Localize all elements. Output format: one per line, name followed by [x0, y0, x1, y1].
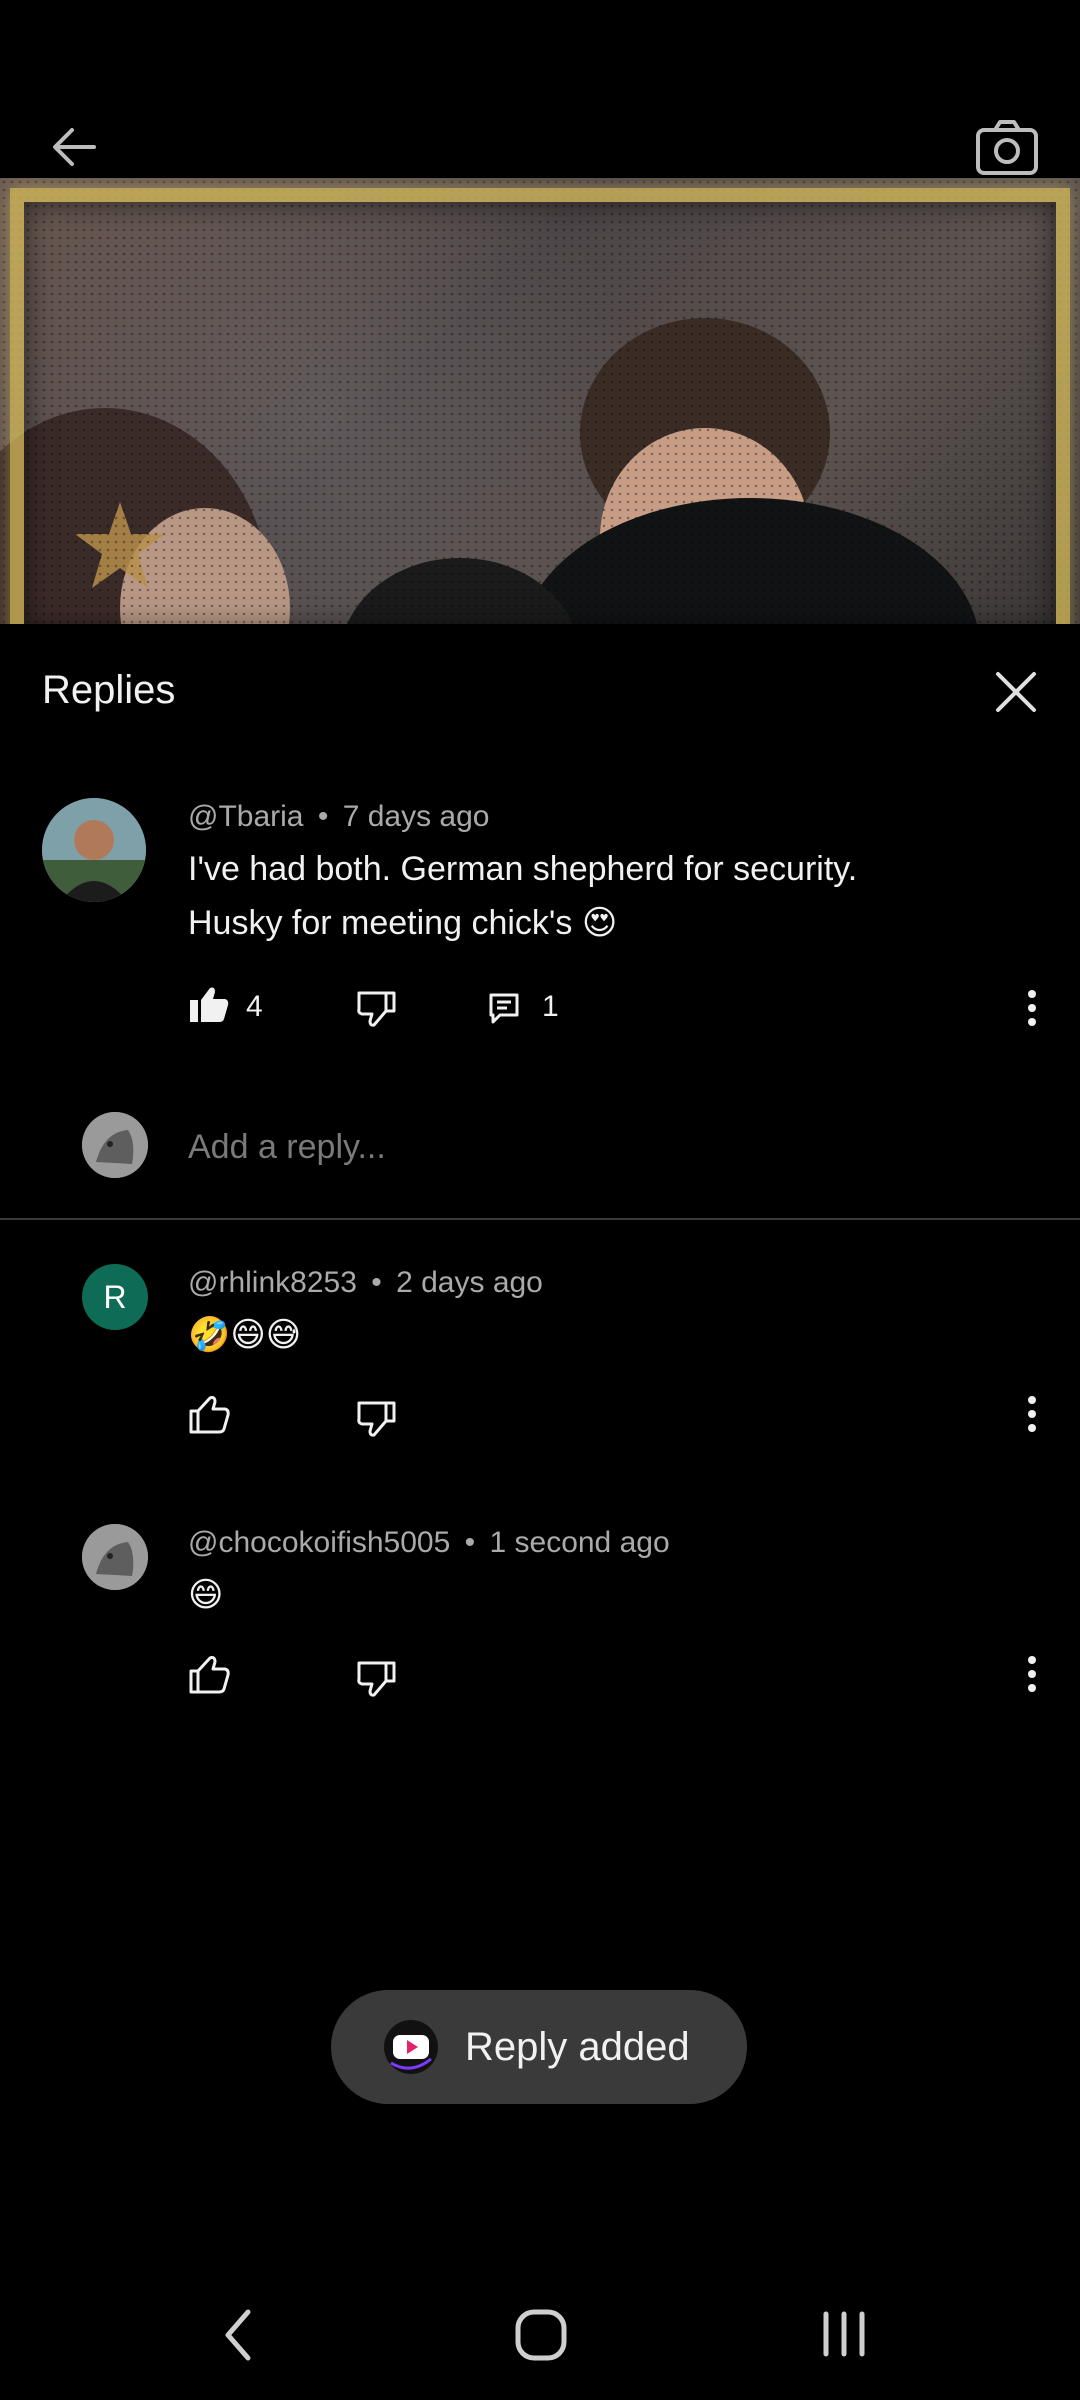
parent-comment-meta: @Tbaria • 7 days ago [188, 800, 489, 834]
parent-comment-avatar[interactable] [42, 798, 146, 902]
top-bar [0, 0, 1080, 178]
parent-comment-text: I've had both. German shepherd for secur… [188, 842, 857, 950]
camera-icon[interactable] [975, 118, 1039, 176]
dislike-icon[interactable] [356, 990, 398, 1028]
dislike-icon[interactable] [356, 1400, 398, 1438]
comment-time: 1 second ago [489, 1526, 670, 1559]
avatar-letter: R [103, 1278, 127, 1315]
reply-comment-icon[interactable] [488, 992, 520, 1026]
nav-recents-icon[interactable] [820, 2310, 868, 2358]
more-options-icon[interactable] [1024, 1654, 1040, 1694]
comment-time: 7 days ago [342, 800, 490, 833]
comment-author[interactable]: @Tbaria [188, 800, 304, 833]
more-options-icon[interactable] [1024, 988, 1040, 1028]
reply-text: 🤣😄😅 [188, 1316, 302, 1354]
nav-home-icon[interactable] [514, 2308, 568, 2362]
add-reply-input[interactable]: Add a reply... [188, 1128, 386, 1167]
reply-added-toast: Reply added [331, 1990, 747, 2104]
comment-time: 2 days ago [396, 1266, 543, 1299]
app-logo-icon [384, 2020, 438, 2074]
comment-author[interactable]: @chocokoifish5005 [188, 1526, 450, 1559]
close-icon[interactable] [994, 670, 1038, 714]
reply-count: 1 [542, 990, 559, 1023]
replies-sheet: Replies @Tbaria • 7 days ago I've had bo… [0, 624, 1080, 2400]
like-count: 4 [246, 990, 263, 1023]
reply-meta: @rhlink8253 • 2 days ago [188, 1266, 543, 1300]
reply-meta: @chocokoifish5005 • 1 second ago [188, 1526, 670, 1560]
like-filled-icon[interactable] [188, 986, 230, 1024]
like-icon[interactable] [188, 1396, 230, 1434]
toast-text: Reply added [465, 2024, 690, 2069]
like-icon[interactable] [188, 1656, 230, 1694]
comment-text-line: Husky for meeting chick's 😍 [188, 904, 618, 942]
comment-author[interactable]: @rhlink8253 [188, 1266, 357, 1299]
user-avatar [82, 1112, 148, 1178]
more-options-icon[interactable] [1024, 1394, 1040, 1434]
reply-avatar[interactable] [82, 1524, 148, 1590]
dislike-icon[interactable] [356, 1660, 398, 1698]
nav-back-icon[interactable] [222, 2308, 254, 2362]
reply-text: 😄 [188, 1576, 224, 1614]
meta-separator: • [317, 800, 329, 833]
reply-avatar-letter[interactable]: R [82, 1264, 148, 1330]
sheet-title: Replies [42, 668, 176, 712]
divider [0, 1218, 1080, 1220]
comment-text-line: I've had both. German shepherd for secur… [188, 850, 858, 888]
meta-separator: • [371, 1266, 382, 1299]
video-preview[interactable] [0, 178, 1080, 624]
system-nav-bar [0, 2280, 1080, 2400]
meta-separator: • [464, 1526, 476, 1559]
arrow-left-icon[interactable] [46, 120, 100, 174]
